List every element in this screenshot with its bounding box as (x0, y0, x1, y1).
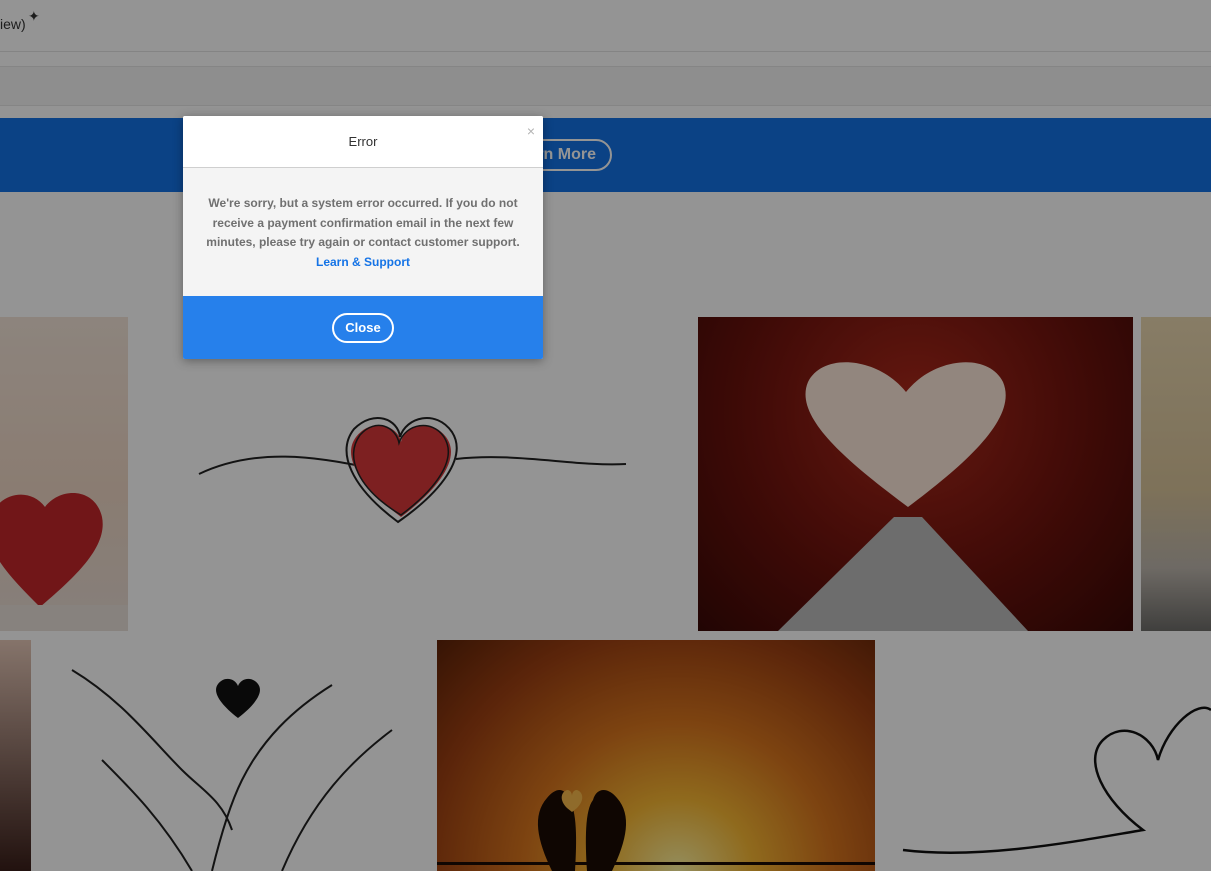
dialog-body: We're sorry, but a system error occurred… (183, 168, 543, 296)
dialog-header: Error × (183, 116, 543, 168)
error-dialog: Error × We're sorry, but a system error … (183, 116, 543, 359)
close-icon[interactable]: × (527, 124, 535, 138)
dialog-footer: Close (183, 296, 543, 359)
modal-backdrop[interactable] (0, 0, 1211, 871)
dialog-title: Error (348, 134, 378, 149)
close-button[interactable]: Close (332, 312, 394, 343)
learn-support-link[interactable]: Learn & Support (205, 253, 521, 273)
error-message: We're sorry, but a system error occurred… (206, 196, 520, 249)
